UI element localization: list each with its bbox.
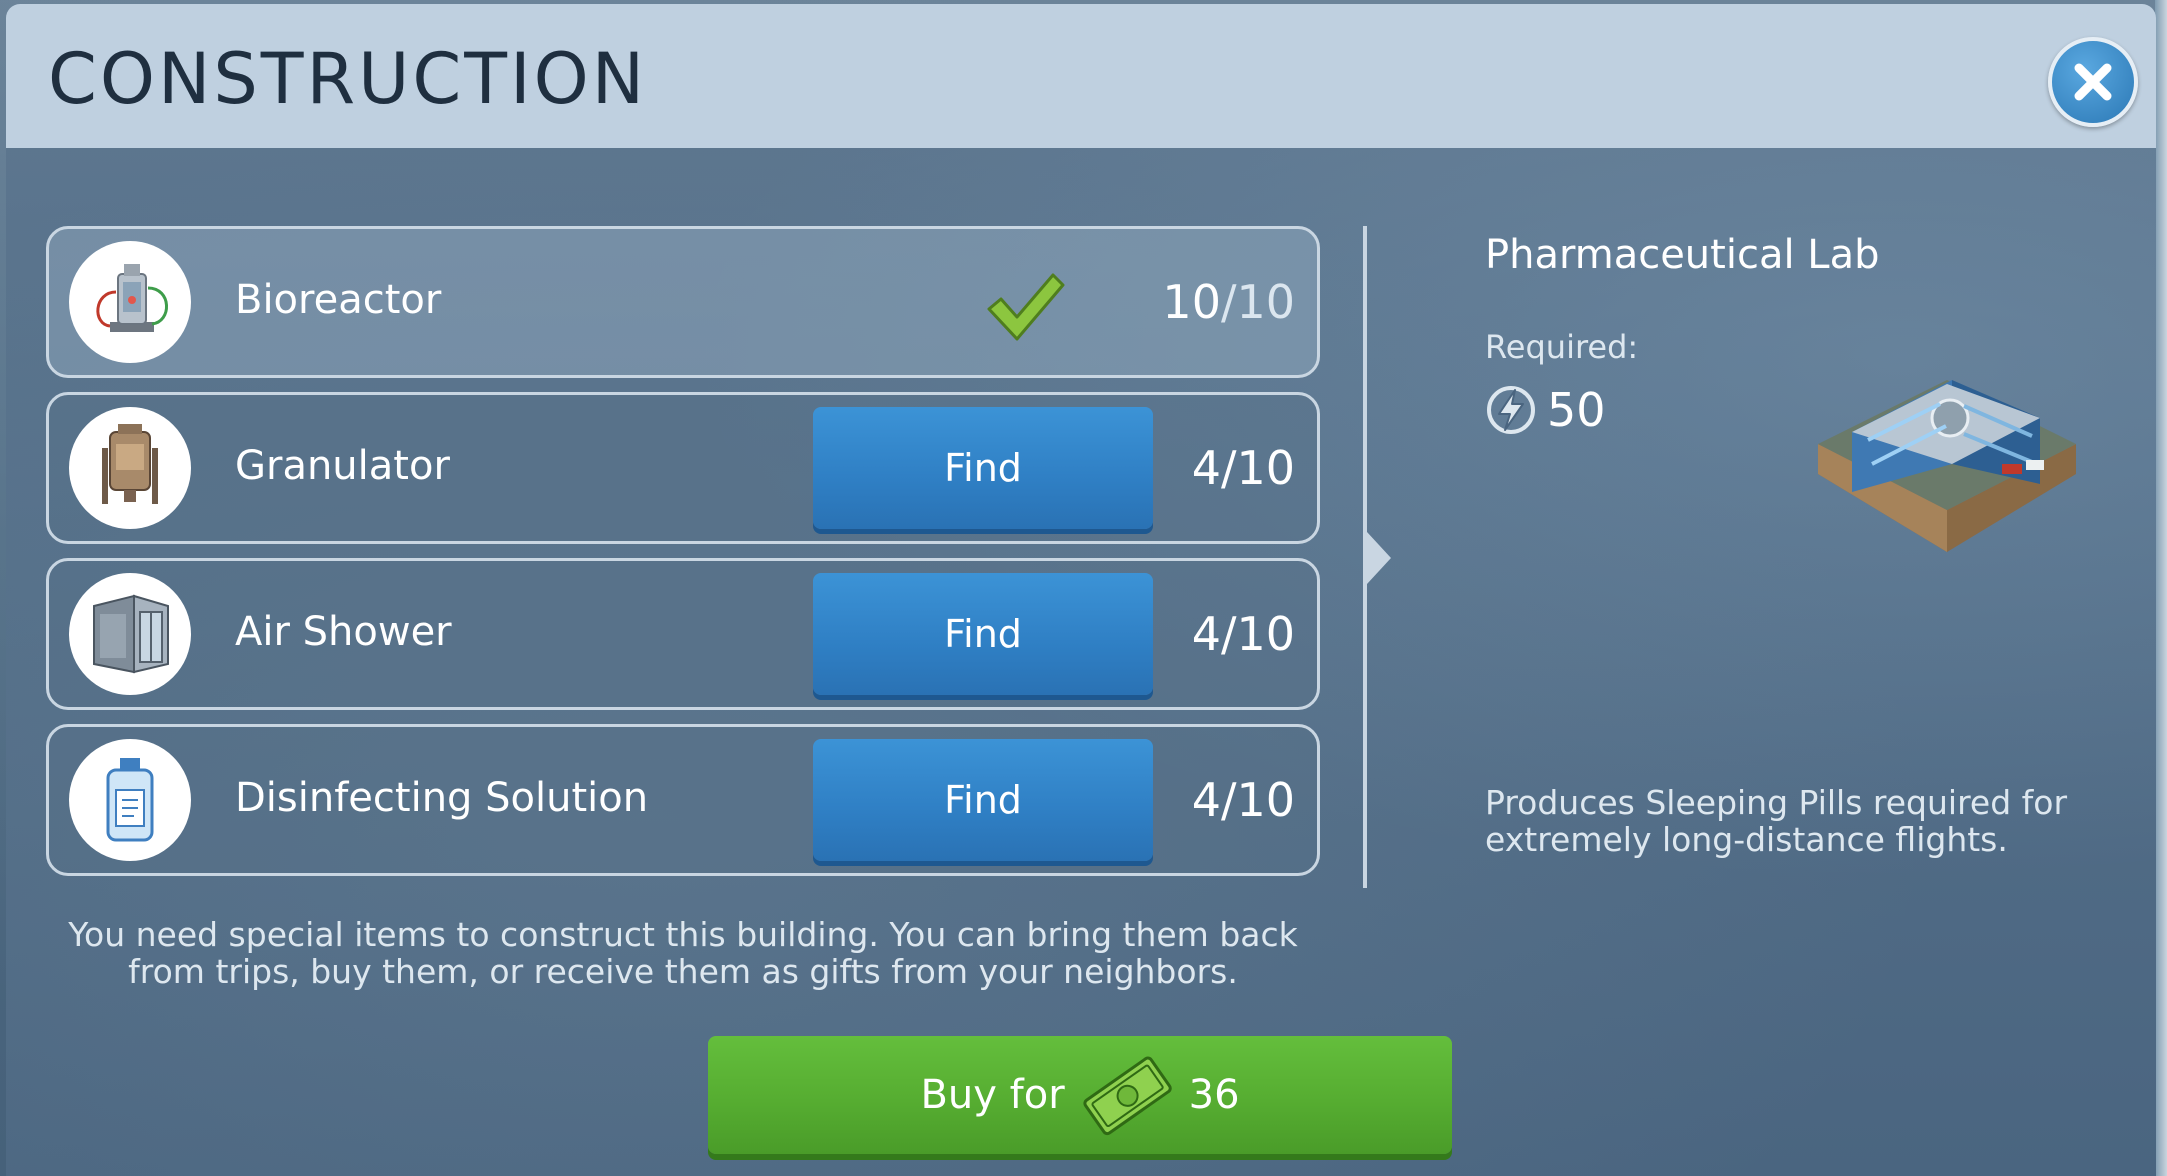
dialog-header: CONSTRUCTION: [6, 4, 2156, 148]
dialog-title: CONSTRUCTION: [48, 38, 648, 120]
find-button-air-shower[interactable]: Find: [813, 573, 1153, 695]
air-shower-icon: [69, 573, 191, 695]
item-row-air-shower: Air Shower Find 4/10: [46, 558, 1320, 710]
close-button[interactable]: [2048, 37, 2138, 127]
find-button-disinfecting-solution[interactable]: Find: [813, 739, 1153, 861]
count-have: 10: [1162, 275, 1221, 329]
item-count: 4/10: [1192, 441, 1295, 495]
count-need: /10: [1220, 441, 1295, 495]
item-row-bioreactor: Bioreactor 10/10: [46, 226, 1320, 378]
granulator-icon: [69, 407, 191, 529]
item-count: 4/10: [1192, 607, 1295, 661]
count-need: /10: [1220, 773, 1295, 827]
building-description: Produces Sleeping Pills required for ext…: [1485, 783, 2068, 859]
count-need: /10: [1220, 607, 1295, 661]
count-have: 4: [1191, 607, 1221, 661]
checkmark-icon: [987, 273, 1065, 341]
buy-label: Buy for: [920, 1072, 1065, 1118]
disinfecting-solution-icon: [69, 739, 191, 861]
count-have: 4: [1191, 773, 1221, 827]
required-label: Required:: [1485, 328, 1639, 366]
background-edge: [2155, 0, 2167, 1176]
required-amount: 50: [1547, 383, 1606, 437]
find-button-granulator[interactable]: Find: [813, 407, 1153, 529]
item-name: Air Shower: [235, 609, 452, 655]
close-icon: [2074, 63, 2112, 101]
item-name: Bioreactor: [235, 277, 442, 323]
item-count: 10/10: [1162, 275, 1295, 329]
count-have: 4: [1191, 441, 1221, 495]
building-name: Pharmaceutical Lab: [1485, 232, 1880, 278]
pharmaceutical-lab-image: [1812, 314, 2082, 564]
buy-button[interactable]: Buy for 36: [708, 1036, 1452, 1154]
item-name: Disinfecting Solution: [235, 775, 649, 821]
required-value: 50: [1485, 380, 1606, 440]
cash-icon: [1083, 1056, 1172, 1136]
item-count: 4/10: [1192, 773, 1295, 827]
buy-price: 36: [1188, 1072, 1240, 1118]
construction-dialog: CONSTRUCTION Bioreactor 10/10 Granulator…: [6, 4, 2156, 1176]
item-name: Granulator: [235, 443, 450, 489]
energy-icon: [1487, 386, 1535, 434]
item-row-disinfecting-solution: Disinfecting Solution Find 4/10: [46, 724, 1320, 876]
item-row-granulator: Granulator Find 4/10: [46, 392, 1320, 544]
divider-arrow-icon: [1367, 532, 1391, 584]
construction-note: You need special items to construct this…: [68, 915, 1298, 991]
bioreactor-icon: [69, 241, 191, 363]
count-need: /10: [1220, 275, 1295, 329]
